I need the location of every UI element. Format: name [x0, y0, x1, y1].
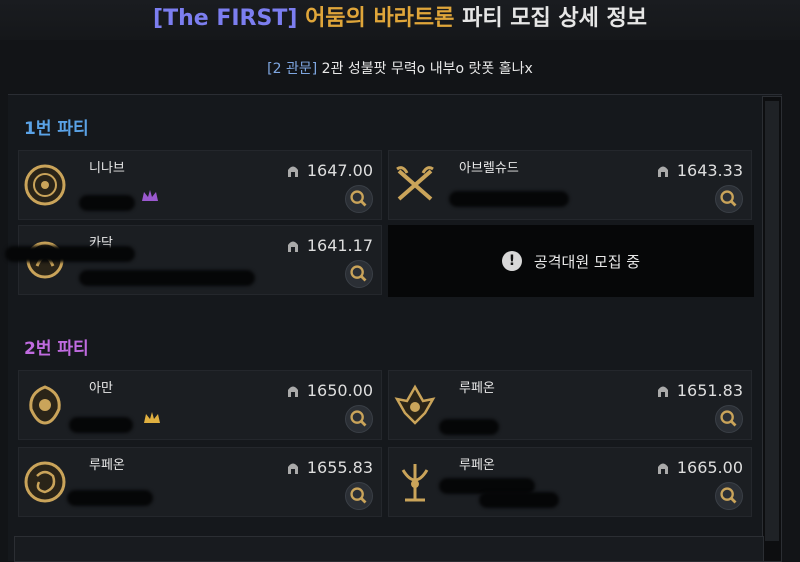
redacted-nickname: [5, 246, 135, 262]
redacted-nickname: [67, 490, 153, 506]
magnifier-icon: [350, 487, 367, 504]
leader-crown-icon: [142, 190, 158, 201]
inspect-button[interactable]: [715, 185, 743, 213]
inspect-button[interactable]: [715, 482, 743, 510]
helmet-icon: [657, 166, 668, 177]
member-name: 루페온: [459, 381, 495, 396]
recruiting-slot: ! 공격대원 모집 중: [388, 225, 754, 297]
item-level-value: 1641.17: [306, 236, 373, 255]
header-title: 파티 모집 상세 정보: [462, 6, 647, 31]
redacted-nickname: [439, 419, 499, 435]
inspect-button[interactable]: [345, 260, 373, 288]
party1-slot-2[interactable]: 아브렐슈드 1643.33: [388, 150, 752, 220]
party-description: [2 관문] 2관 성불팟 무력o 내부o 랏폿 홀나x: [0, 58, 800, 78]
item-level: 1643.33: [657, 161, 743, 180]
item-level-value: 1665.00: [676, 458, 743, 477]
item-level: 1655.83: [287, 458, 373, 477]
item-level: 1665.00: [657, 458, 743, 477]
helmet-icon: [287, 386, 298, 397]
item-level-value: 1655.83: [306, 458, 373, 477]
magnifier-icon: [350, 410, 367, 427]
party2-slot-3[interactable]: 루페온 1655.83: [18, 447, 382, 517]
party1-title: 1번 파티: [24, 119, 89, 139]
party2-slot-1[interactable]: 아만 1650.00: [18, 370, 382, 440]
magnifier-icon: [720, 190, 737, 207]
magnifier-icon: [720, 410, 737, 427]
helmet-icon: [287, 166, 298, 177]
redacted-nickname: [79, 195, 135, 211]
inspect-button[interactable]: [345, 405, 373, 433]
inspect-button[interactable]: [345, 482, 373, 510]
helmet-icon: [287, 241, 298, 252]
berserker-emblem-icon: [396, 166, 434, 201]
recruiting-text: 공격대원 모집 중: [533, 252, 641, 271]
party2-slot-2[interactable]: 루페온 1651.83: [388, 370, 752, 440]
redacted-nickname: [69, 417, 133, 433]
item-level: 1647.00: [287, 161, 373, 180]
member-name: 니나브: [89, 161, 125, 176]
member-name: 루페온: [459, 458, 495, 473]
member-name: 루페온: [89, 458, 125, 473]
helmet-icon: [657, 463, 668, 474]
item-level-value: 1643.33: [676, 161, 743, 180]
magnifier-icon: [350, 265, 367, 282]
item-level-value: 1647.00: [306, 161, 373, 180]
inspect-button[interactable]: [715, 405, 743, 433]
gate-tag: [2 관문]: [267, 61, 318, 77]
inspect-button[interactable]: [345, 185, 373, 213]
redacted-nickname: [79, 270, 255, 286]
leader-crown-icon: [144, 412, 160, 423]
holyknight-emblem-icon: [24, 164, 66, 206]
item-level-value: 1651.83: [676, 381, 743, 400]
item-level-value: 1650.00: [306, 381, 373, 400]
exclamation-icon: !: [501, 251, 522, 271]
party2-slot-4[interactable]: 루페온 1665.00: [388, 447, 752, 517]
helmet-icon: [287, 463, 298, 474]
page-header: [The FIRST] 어둠의 바라트론 파티 모집 상세 정보: [0, 0, 800, 40]
artist-emblem-icon: [29, 385, 61, 425]
item-level: 1651.83: [657, 381, 743, 400]
magnifier-icon: [350, 190, 367, 207]
party1-slot-3[interactable]: 카닥 1641.17: [5, 225, 382, 295]
member-name: 아만: [89, 381, 113, 396]
party1-slot-1[interactable]: 니나브 1647.00: [18, 150, 382, 220]
header-tag: [The FIRST]: [153, 6, 298, 31]
redacted-nickname: [479, 492, 559, 508]
redacted-nickname: [449, 191, 569, 207]
party-description-text: 2관 성불팟 무력o 내부o 랏폿 홀나x: [321, 61, 533, 77]
item-level: 1641.17: [287, 236, 373, 255]
magnifier-icon: [720, 487, 737, 504]
slayer-emblem-icon: [394, 384, 436, 425]
sorceress-emblem-icon: [401, 464, 429, 502]
header-raid-name: 어둠의 바라트론: [305, 6, 455, 31]
scroll-thumb[interactable]: [765, 101, 779, 541]
helmet-icon: [657, 386, 668, 397]
member-name: 아브렐슈드: [459, 161, 519, 176]
footer-bar: [14, 536, 764, 562]
party2-title: 2번 파티: [24, 339, 89, 359]
scrollbar[interactable]: [762, 96, 782, 562]
destroyer-emblem-icon: [24, 461, 66, 503]
item-level: 1650.00: [287, 381, 373, 400]
